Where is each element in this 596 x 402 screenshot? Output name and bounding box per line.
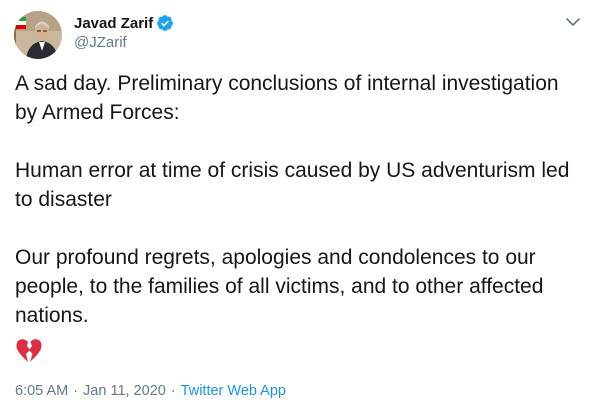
verified-badge-icon (156, 14, 174, 32)
avatar[interactable] (14, 11, 62, 59)
author-display-name[interactable]: Javad Zarif (74, 15, 153, 32)
tweet-time[interactable]: 6:05 AM (15, 383, 68, 399)
chevron-down-icon[interactable] (564, 13, 582, 31)
tweet-card: Javad Zarif @JZarif A sad day. Prelimina… (0, 0, 596, 402)
author-name-row: Javad Zarif (74, 13, 174, 33)
meta-separator: · (73, 383, 79, 399)
tweet-meta: 6:05 AM · Jan 11, 2020 · Twitter Web App (15, 383, 286, 399)
meta-separator: · (170, 383, 176, 399)
broken-heart-icon (15, 338, 43, 364)
tweet-paragraph: Human error at time of crisis caused by … (15, 159, 570, 211)
tweet-source-link[interactable]: Twitter Web App (181, 383, 286, 399)
author-handle[interactable]: @JZarif (74, 34, 127, 51)
tweet-text: A sad day. Preliminary conclusions of in… (15, 69, 585, 330)
tweet-paragraph: A sad day. Preliminary conclusions of in… (15, 72, 559, 124)
avatar-photo (14, 11, 62, 59)
tweet-paragraph: Our profound regrets, apologies and cond… (15, 246, 544, 327)
tweet-date[interactable]: Jan 11, 2020 (83, 383, 166, 399)
